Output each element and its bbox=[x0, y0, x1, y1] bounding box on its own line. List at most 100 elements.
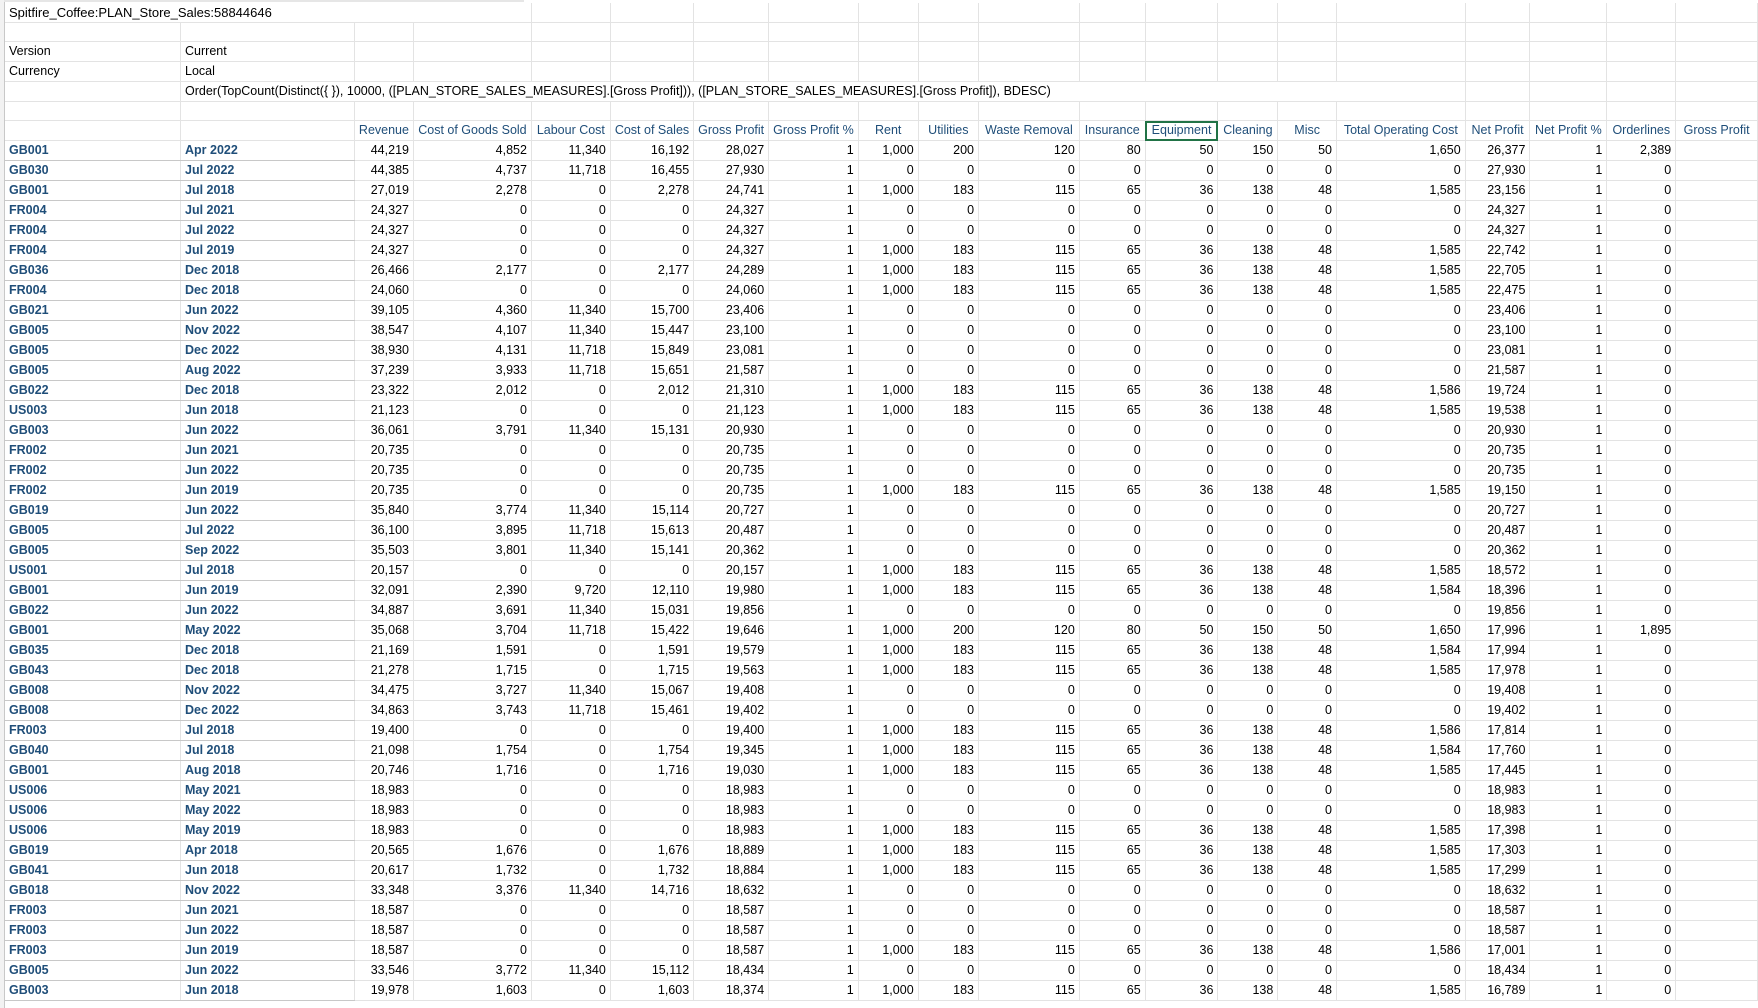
value-cell[interactable]: 0 bbox=[531, 240, 611, 261]
value-cell[interactable]: 15,114 bbox=[610, 500, 695, 521]
value-cell[interactable]: 0 bbox=[1277, 420, 1337, 441]
value-cell[interactable]: 1 bbox=[768, 320, 859, 341]
store-cell[interactable]: GB008 bbox=[5, 700, 182, 721]
month-cell[interactable]: Nov 2022 bbox=[180, 320, 355, 341]
value-cell[interactable]: 0 bbox=[1277, 780, 1337, 801]
value-cell[interactable]: 22,475 bbox=[1465, 280, 1531, 301]
value-cell[interactable]: 0 bbox=[1145, 540, 1219, 561]
value-cell[interactable]: 183 bbox=[918, 720, 980, 741]
value-cell[interactable]: 1 bbox=[1529, 200, 1608, 221]
value-cell[interactable]: 1 bbox=[1529, 560, 1608, 581]
store-cell[interactable]: GB005 bbox=[5, 360, 182, 381]
value-cell[interactable]: 1 bbox=[768, 220, 859, 241]
value-cell[interactable]: 0 bbox=[1606, 700, 1677, 721]
empty-cell[interactable] bbox=[1675, 500, 1758, 521]
month-cell[interactable]: Jun 2022 bbox=[180, 600, 355, 621]
value-cell[interactable]: 0 bbox=[1079, 220, 1146, 241]
value-cell[interactable]: 1,732 bbox=[413, 860, 532, 881]
value-cell[interactable]: 0 bbox=[1336, 220, 1466, 241]
value-cell[interactable]: 0 bbox=[1606, 640, 1677, 661]
value-cell[interactable]: 0 bbox=[531, 460, 611, 481]
value-cell[interactable]: 1 bbox=[768, 500, 859, 521]
value-cell[interactable]: 0 bbox=[978, 440, 1080, 461]
version-label[interactable]: Version bbox=[5, 41, 182, 62]
month-cell[interactable]: Jul 2022 bbox=[180, 160, 355, 181]
value-cell[interactable]: 1,591 bbox=[413, 640, 532, 661]
value-cell[interactable]: 1 bbox=[1529, 920, 1608, 941]
empty-cell[interactable] bbox=[1675, 340, 1758, 361]
value-cell[interactable]: 0 bbox=[1277, 920, 1337, 941]
store-cell[interactable]: GB005 bbox=[5, 960, 182, 981]
value-cell[interactable]: 1,000 bbox=[858, 620, 919, 641]
value-cell[interactable]: 1 bbox=[1529, 780, 1608, 801]
value-cell[interactable]: 36 bbox=[1145, 940, 1219, 961]
value-cell[interactable]: 0 bbox=[1145, 780, 1219, 801]
month-cell[interactable]: Nov 2022 bbox=[180, 880, 355, 901]
value-cell[interactable]: 0 bbox=[978, 340, 1080, 361]
value-cell[interactable]: 48 bbox=[1277, 580, 1337, 601]
value-cell[interactable]: 0 bbox=[1145, 160, 1219, 181]
value-cell[interactable]: 0 bbox=[978, 220, 1080, 241]
value-cell[interactable]: 1 bbox=[1529, 600, 1608, 621]
value-cell[interactable]: 183 bbox=[918, 560, 980, 581]
month-cell[interactable]: Jun 2021 bbox=[180, 900, 355, 921]
value-cell[interactable]: 0 bbox=[918, 920, 980, 941]
value-cell[interactable]: 0 bbox=[1145, 800, 1219, 821]
value-cell[interactable]: 1,585 bbox=[1336, 860, 1466, 881]
value-cell[interactable]: 15,461 bbox=[610, 700, 695, 721]
value-cell[interactable]: 0 bbox=[610, 800, 695, 821]
value-cell[interactable]: 48 bbox=[1277, 720, 1337, 741]
value-cell[interactable]: 0 bbox=[918, 160, 980, 181]
value-cell[interactable]: 1 bbox=[768, 960, 859, 981]
month-cell[interactable]: May 2022 bbox=[180, 620, 355, 641]
store-cell[interactable]: GB030 bbox=[5, 160, 182, 181]
value-cell[interactable]: 1 bbox=[768, 520, 859, 541]
value-cell[interactable]: 138 bbox=[1217, 840, 1279, 861]
value-cell[interactable]: 0 bbox=[1606, 880, 1677, 901]
value-cell[interactable]: 9,720 bbox=[531, 580, 611, 601]
value-cell[interactable]: 1,585 bbox=[1336, 260, 1466, 281]
value-cell[interactable]: 1,732 bbox=[610, 860, 695, 881]
month-cell[interactable]: Apr 2022 bbox=[180, 140, 355, 161]
value-cell[interactable]: 0 bbox=[858, 300, 919, 321]
value-cell[interactable]: 0 bbox=[1217, 500, 1279, 521]
value-cell[interactable]: 138 bbox=[1217, 820, 1279, 841]
value-cell[interactable]: 0 bbox=[1277, 340, 1337, 361]
value-cell[interactable]: 0 bbox=[1217, 200, 1279, 221]
value-cell[interactable]: 0 bbox=[1336, 780, 1466, 801]
value-cell[interactable]: 1 bbox=[1529, 400, 1608, 421]
header-corner[interactable] bbox=[5, 120, 182, 141]
store-cell[interactable]: GB021 bbox=[5, 300, 182, 321]
value-cell[interactable]: 1 bbox=[1529, 700, 1608, 721]
value-cell[interactable]: 1,716 bbox=[413, 760, 532, 781]
value-cell[interactable]: 36 bbox=[1145, 720, 1219, 741]
value-cell[interactable]: 1 bbox=[768, 560, 859, 581]
value-cell[interactable]: 44,219 bbox=[354, 140, 414, 161]
month-cell[interactable]: Jul 2021 bbox=[180, 200, 355, 221]
version-value[interactable]: Current bbox=[180, 41, 355, 62]
value-cell[interactable]: 1,000 bbox=[858, 380, 919, 401]
empty-cell[interactable] bbox=[1675, 440, 1758, 461]
value-cell[interactable]: 4,737 bbox=[413, 160, 532, 181]
value-cell[interactable]: 36 bbox=[1145, 240, 1219, 261]
value-cell[interactable]: 0 bbox=[1606, 580, 1677, 601]
value-cell[interactable]: 21,098 bbox=[354, 740, 414, 761]
value-cell[interactable]: 18,983 bbox=[693, 820, 770, 841]
value-cell[interactable]: 0 bbox=[978, 880, 1080, 901]
value-cell[interactable]: 24,327 bbox=[1465, 200, 1531, 221]
value-cell[interactable]: 65 bbox=[1079, 180, 1146, 201]
value-cell[interactable]: 0 bbox=[858, 320, 919, 341]
value-cell[interactable]: 0 bbox=[978, 920, 1080, 941]
value-cell[interactable]: 17,814 bbox=[1465, 720, 1531, 741]
value-cell[interactable]: 0 bbox=[1277, 700, 1337, 721]
empty-cell[interactable] bbox=[1675, 580, 1758, 601]
value-cell[interactable]: 1 bbox=[1529, 320, 1608, 341]
value-cell[interactable]: 138 bbox=[1217, 260, 1279, 281]
value-cell[interactable]: 0 bbox=[1606, 540, 1677, 561]
value-cell[interactable]: 11,340 bbox=[531, 320, 611, 341]
value-cell[interactable]: 11,718 bbox=[531, 360, 611, 381]
value-cell[interactable]: 0 bbox=[1079, 500, 1146, 521]
value-cell[interactable]: 20,735 bbox=[1465, 460, 1531, 481]
value-cell[interactable]: 2,012 bbox=[413, 380, 532, 401]
value-cell[interactable]: 1,586 bbox=[1336, 940, 1466, 961]
